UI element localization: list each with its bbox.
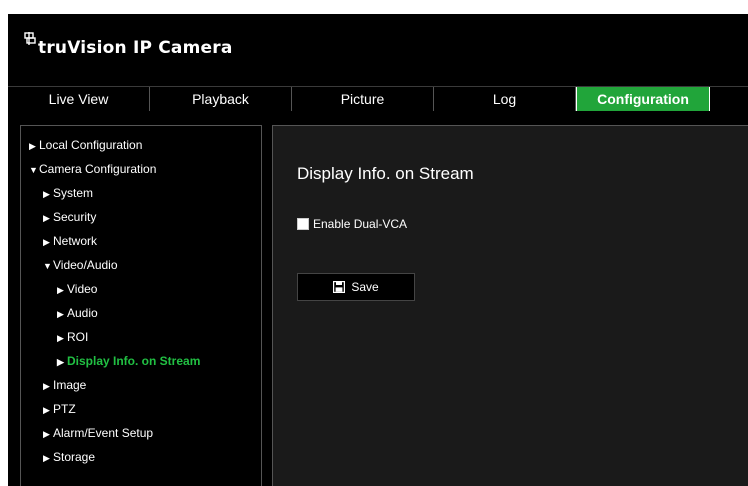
tree-item-ptz[interactable]: ▶ PTZ: [43, 400, 76, 418]
config-tree: ▶ Local Configuration ▼Camera Configurati…: [20, 125, 262, 486]
tree-item-local-configuration[interactable]: ▶ Local Configuration: [29, 136, 142, 154]
chevron-right-icon: ▶: [43, 381, 50, 391]
chevron-right-icon: ▶: [57, 285, 64, 295]
tab-live-view[interactable]: Live View: [8, 87, 150, 111]
chevron-right-icon: ▶: [43, 213, 50, 223]
chevron-right-icon: ▶: [29, 141, 36, 151]
content-panel: Display Info. on Stream Enable Dual-VCA …: [272, 125, 748, 486]
header: truVision IP Camera: [8, 14, 748, 86]
enable-dual-vca-label: Enable Dual-VCA: [313, 217, 408, 231]
tree-item-display-info-on-stream[interactable]: ▶ Display Info. on Stream: [57, 352, 200, 370]
floppy-disk-icon: [333, 281, 346, 293]
tree-item-audio[interactable]: ▶ Audio: [57, 304, 98, 322]
save-button-label: Save: [351, 280, 379, 294]
save-button[interactable]: Save: [297, 273, 415, 301]
chevron-right-icon: ▶: [57, 357, 64, 367]
chevron-right-icon: ▶: [43, 189, 50, 199]
tree-item-security[interactable]: ▶ Security: [43, 208, 96, 226]
tree-item-label: Display Info. on Stream: [67, 354, 201, 368]
enable-dual-vca-row: Enable Dual-VCA: [297, 217, 407, 231]
tree-item-label: Network: [53, 234, 98, 248]
tree-item-label: Video/Audio: [53, 258, 118, 272]
app-title: truVision IP Camera: [38, 38, 233, 58]
tree-item-storage[interactable]: ▶ Storage: [43, 448, 95, 466]
tree-item-image[interactable]: ▶ Image: [43, 376, 86, 394]
chevron-right-icon: ▶: [57, 333, 64, 343]
tree-item-label: Video: [67, 282, 98, 296]
tree-item-label: System: [53, 186, 94, 200]
tree-item-network[interactable]: ▶ Network: [43, 232, 97, 250]
tree-item-video-audio[interactable]: ▼Video/Audio: [43, 256, 118, 274]
tab-picture[interactable]: Picture: [292, 87, 434, 111]
chevron-right-icon: ▶: [57, 309, 64, 319]
chevron-right-icon: ▶: [43, 453, 50, 463]
tree-item-label: Alarm/Event Setup: [53, 426, 154, 440]
chevron-right-icon: ▶: [43, 429, 50, 439]
chevron-right-icon: ▶: [43, 405, 50, 415]
tree-item-label: Audio: [67, 306, 98, 320]
tree-item-camera-configuration[interactable]: ▼Camera Configuration: [29, 160, 156, 178]
chevron-down-icon: ▼: [29, 165, 38, 175]
logo-mark-icon: [24, 32, 36, 45]
tree-item-system[interactable]: ▶ System: [43, 184, 93, 202]
tab-log[interactable]: Log: [434, 87, 576, 111]
chevron-right-icon: ▶: [43, 237, 50, 247]
tree-item-label: Image: [53, 378, 87, 392]
tree-item-label: PTZ: [53, 402, 76, 416]
tree-item-label: Storage: [53, 450, 96, 464]
tree-item-video[interactable]: ▶ Video: [57, 280, 97, 298]
chevron-down-icon: ▼: [43, 261, 52, 271]
tree-item-label: Local Configuration: [39, 138, 143, 152]
main-nav: Live View Playback Picture Log Configura…: [8, 86, 748, 112]
tab-playback[interactable]: Playback: [150, 87, 292, 111]
tree-item-label: ROI: [67, 330, 89, 344]
tree-item-label: Camera Configuration: [39, 162, 157, 176]
tree-item-alarm-event-setup[interactable]: ▶ Alarm/Event Setup: [43, 424, 153, 442]
logo: truVision IP Camera: [24, 32, 233, 58]
enable-dual-vca-checkbox[interactable]: [297, 218, 309, 230]
app-window: truVision IP Camera Live View Playback P…: [8, 14, 748, 486]
tab-configuration[interactable]: Configuration: [576, 87, 710, 111]
tree-item-roi[interactable]: ▶ ROI: [57, 328, 88, 346]
page-title: Display Info. on Stream: [297, 164, 474, 183]
tree-item-label: Security: [53, 210, 97, 224]
